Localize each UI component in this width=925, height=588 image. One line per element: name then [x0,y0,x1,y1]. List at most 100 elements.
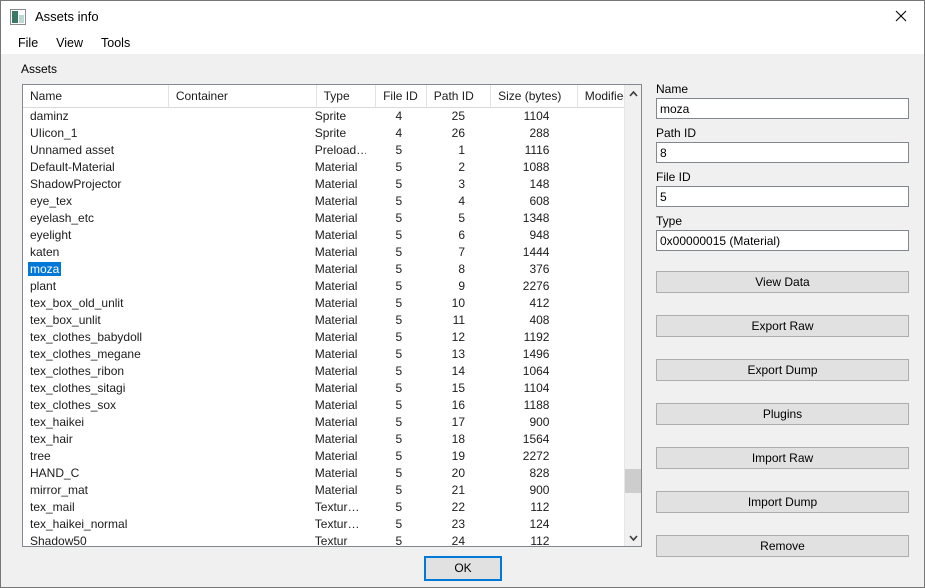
cell-path-id: 23 [451,517,466,531]
type-field[interactable] [656,230,909,251]
name-field[interactable] [656,98,909,119]
scroll-down-button[interactable] [625,529,641,546]
view-data-button[interactable]: View Data [656,271,909,293]
table-row[interactable]: daminz Sprite 4 25 1104 [23,108,624,125]
cell-container [164,448,307,465]
table-row[interactable]: tex_clothes_ribon Material 5 14 1064 [23,363,624,380]
assets-list-header: Name Container Type File ID Path ID Size (byt… [23,85,641,108]
cell-path-id: 12 [451,330,466,344]
table-row[interactable]: eye_tex Material 5 4 608 [23,193,624,210]
cell-modified [562,142,624,159]
table-row[interactable]: eyelash_etc Material 5 5 1348 [23,210,624,227]
column-header-type[interactable]: Type [317,85,377,107]
cell-container [164,380,307,397]
table-row[interactable]: tex_hair Material 5 18 1564 [23,431,624,448]
table-row[interactable]: tex_box_unlit Material 5 11 408 [23,312,624,329]
cell-file-id: 5 [395,466,403,480]
table-row[interactable]: tex_clothes_sitagi Material 5 15 1104 [23,380,624,397]
cell-file-id: 5 [395,177,403,191]
cell-type: Material [314,211,358,225]
cell-path-id: 26 [451,126,466,140]
cell-name: eye_tex [30,194,73,208]
table-row[interactable]: Shadow50 Textur 5 24 112 [23,533,624,546]
cell-file-id: 5 [395,279,403,293]
cell-name: moza [23,261,164,278]
column-header-file-id[interactable]: File ID [376,85,427,107]
cell-container [164,397,307,414]
table-row[interactable]: ShadowProjector Material 5 3 148 [23,176,624,193]
cell-type: Textur… [314,517,360,531]
table-row[interactable]: tex_mail Textur… 5 22 112 [23,499,624,516]
assets-list-scrollbar[interactable] [624,85,641,546]
file-id-field[interactable] [656,186,909,207]
window-title: Assets info [35,9,99,24]
cell-modified [562,312,624,329]
cell-name: ShadowProjector [30,177,122,191]
table-row[interactable]: moza Material 5 8 376 [23,261,624,278]
cell-path-id: 18 [451,432,466,446]
scroll-up-button[interactable] [625,85,641,102]
cell-type: Material [314,279,358,293]
table-row[interactable]: tex_clothes_megane Material 5 13 1496 [23,346,624,363]
cell-container [164,482,307,499]
import-dump-button[interactable]: Import Dump [656,491,909,513]
table-row[interactable]: UIicon_1 Sprite 4 26 288 [23,125,624,142]
cell-type: Material [314,449,358,463]
cell-size: 900 [529,415,550,429]
table-row[interactable]: tex_box_old_unlit Material 5 10 412 [23,295,624,312]
cell-container [164,142,307,159]
cell-path-id: 6 [458,228,466,242]
table-row[interactable]: HAND_C Material 5 20 828 [23,465,624,482]
cell-type: Material [314,381,358,395]
column-header-name[interactable]: Name [23,85,169,107]
table-row[interactable]: tree Material 5 19 2272 [23,448,624,465]
export-dump-button[interactable]: Export Dump [656,359,909,381]
assets-list-body[interactable]: daminz Sprite 4 25 1104 UIicon_1 Sprite 4 26 288 U… [23,108,624,546]
menu-item-tools[interactable]: Tools [92,34,139,52]
table-row[interactable]: mirror_mat Material 5 21 900 [23,482,624,499]
table-row[interactable]: tex_haikei_normal Textur… 5 23 124 [23,516,624,533]
cell-size: 828 [529,466,550,480]
column-header-size[interactable]: Size (bytes) [491,85,578,107]
table-row[interactable]: katen Material 5 7 1444 [23,244,624,261]
scrollbar-thumb[interactable] [625,469,641,493]
cell-path-id: 15 [451,381,466,395]
cell-name: UIicon_1 [30,126,78,140]
ok-button[interactable]: OK [424,556,502,581]
table-row[interactable]: eyelight Material 5 6 948 [23,227,624,244]
table-row[interactable]: Default-Material Material 5 2 1088 [23,159,624,176]
cell-container [164,363,307,380]
table-row[interactable]: tex_clothes_babydoll Material 5 12 1192 [23,329,624,346]
cell-container [164,125,307,142]
cell-type: Material [314,228,358,242]
cell-file-id: 5 [395,381,403,395]
cell-type: Preload… [314,143,366,157]
cell-modified [562,516,624,533]
cell-type: Material [314,177,358,191]
import-raw-button[interactable]: Import Raw [656,447,909,469]
cell-size: 1064 [522,364,550,378]
table-row[interactable]: tex_haikei Material 5 17 900 [23,414,624,431]
cell-type: Sprite [314,109,347,123]
column-header-container[interactable]: Container [169,85,317,107]
cell-container [164,465,307,482]
menu-item-file[interactable]: File [9,34,47,52]
column-header-path-id[interactable]: Path ID [427,85,492,107]
close-button[interactable] [878,1,924,31]
path-id-field[interactable] [656,142,909,163]
cell-modified [562,482,624,499]
table-row[interactable]: Unnamed asset Preload… 5 1 1116 [23,142,624,159]
table-row[interactable]: plant Material 5 9 2276 [23,278,624,295]
table-row[interactable]: tex_clothes_sox Material 5 16 1188 [23,397,624,414]
cell-size: 124 [529,517,550,531]
cell-container [164,533,307,546]
cell-name: tex_clothes_megane [30,347,141,361]
menu-item-view[interactable]: View [47,34,92,52]
cell-type: Material [314,415,358,429]
cell-name: tex_mail [30,500,75,514]
plugins-button[interactable]: Plugins [656,403,909,425]
cell-container [164,431,307,448]
cell-size: 900 [529,483,550,497]
export-raw-button[interactable]: Export Raw [656,315,909,337]
cell-modified [562,533,624,546]
